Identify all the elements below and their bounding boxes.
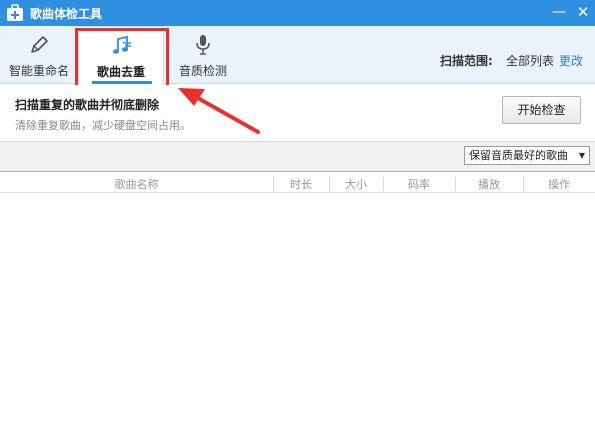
column-header-size[interactable]: 大小 — [329, 176, 383, 192]
change-scope-link[interactable]: 更改 — [559, 52, 583, 69]
title-bar: 歌曲体检工具 — ✕ — [0, 0, 595, 26]
pencil-icon — [31, 36, 48, 53]
toolbox-icon — [7, 4, 23, 21]
column-header-play[interactable]: 播放 — [455, 176, 523, 192]
table-header: 歌曲名称 时长 大小 码率 播放 操作 — [0, 171, 595, 193]
column-header-song-name[interactable]: 歌曲名称 — [0, 176, 273, 192]
start-check-button[interactable]: 开始检查 — [502, 96, 581, 124]
keep-policy-select[interactable]: 保留音质最好的歌曲 ▼ — [464, 146, 590, 165]
scan-scope-value: 全部列表 — [506, 54, 555, 68]
microphone-icon — [196, 35, 210, 55]
window-title: 歌曲体检工具 — [30, 7, 103, 21]
column-header-duration[interactable]: 时长 — [273, 176, 329, 192]
song-list[interactable] — [0, 194, 595, 440]
close-button[interactable]: ✕ — [574, 3, 592, 21]
annotation-highlight-box — [75, 28, 169, 89]
dropdown-arrow-icon: ▼ — [578, 151, 585, 160]
tab-label: 智能重命名 — [8, 64, 69, 78]
minimize-button[interactable]: — — [550, 3, 568, 21]
headline: 扫描重复的歌曲并彻底删除 — [15, 98, 160, 112]
scan-scope-label: 扫描范围: — [440, 54, 493, 68]
tab-smart-rename[interactable]: 智能重命名 — [4, 26, 74, 84]
description: 清除重复歌曲，减少硬盘空间占用。 — [15, 119, 191, 132]
select-value: 保留音质最好的歌曲 — [469, 149, 568, 162]
column-header-action[interactable]: 操作 — [523, 176, 595, 192]
column-header-bitrate[interactable]: 码率 — [383, 176, 455, 192]
tab-label: 音质检测 — [178, 64, 227, 78]
tab-quality-check[interactable]: 音质检测 — [170, 26, 236, 84]
